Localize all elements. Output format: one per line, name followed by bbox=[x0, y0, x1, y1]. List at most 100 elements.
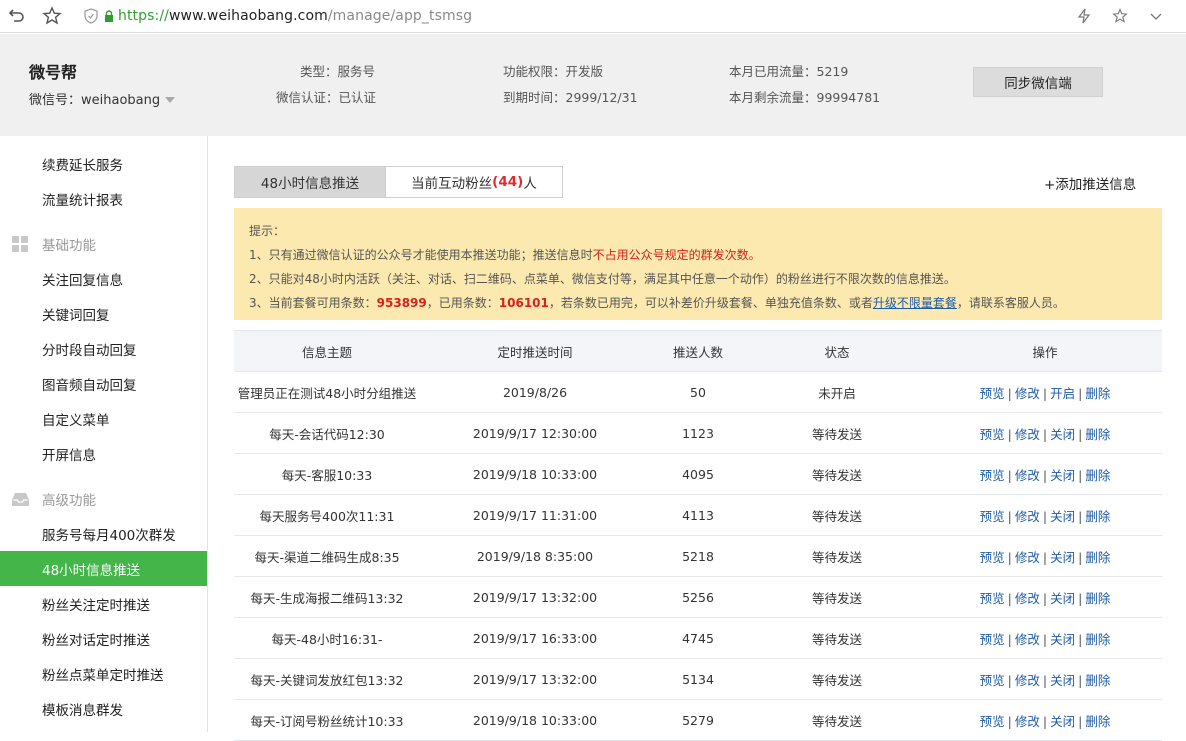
close-link[interactable]: 关闭 bbox=[1050, 427, 1075, 442]
sidebar-item-follow-reply[interactable]: 关注回复信息 bbox=[0, 261, 207, 296]
separator: | bbox=[1007, 467, 1012, 483]
preview-link[interactable]: 预览 bbox=[980, 673, 1005, 688]
delete-link[interactable]: 删除 bbox=[1085, 714, 1110, 729]
table-row: 管理员正在测试48小时分组推送 2019/8/26 50 未开启 预览 | 修改 | 开启 | 删除 bbox=[234, 372, 1162, 413]
sidebar-item-menu-push[interactable]: 粉丝点菜单定时推送 bbox=[0, 656, 207, 691]
sidebar-item-follow-push[interactable]: 粉丝关注定时推送 bbox=[0, 586, 207, 621]
preview-link[interactable]: 预览 bbox=[980, 550, 1005, 565]
table-row: 每天-渠道二维码生成8:35 2019/9/18 8:35:00 5218 等待发送 预… bbox=[234, 536, 1162, 577]
edit-link[interactable]: 修改 bbox=[1015, 427, 1040, 442]
delete-link[interactable]: 删除 bbox=[1085, 468, 1110, 483]
notice-line-3-d: ，请联系客服人员。 bbox=[956, 296, 1065, 310]
edit-link[interactable]: 修改 bbox=[1015, 386, 1040, 401]
preview-link[interactable]: 预览 bbox=[980, 509, 1005, 524]
edit-link[interactable]: 修改 bbox=[1015, 632, 1040, 647]
sidebar-item-splash[interactable]: 开屏信息 bbox=[0, 436, 207, 471]
upgrade-unlimited-link[interactable]: 升级不限量套餐 bbox=[873, 296, 957, 310]
close-link[interactable]: 关闭 bbox=[1050, 550, 1075, 565]
table-row: 每天-生成海报二维码13:32 2019/9/17 13:32:00 5256 等待发… bbox=[234, 577, 1162, 618]
close-link[interactable]: 关闭 bbox=[1050, 632, 1075, 647]
row-title: 每天-生成海报二维码13:32 bbox=[250, 590, 404, 606]
edit-link[interactable]: 修改 bbox=[1015, 509, 1040, 524]
row-actions: 预览 | 修改 | 关闭 | 删除 bbox=[928, 454, 1162, 495]
account-expiry: 到期时间：2999/12/31 bbox=[503, 90, 638, 105]
row-actions: 预览 | 修改 | 关闭 | 删除 bbox=[928, 536, 1162, 577]
preview-link[interactable]: 预览 bbox=[980, 591, 1005, 606]
sidebar-item-chat-push[interactable]: 粉丝对话定时推送 bbox=[0, 621, 207, 656]
separator: | bbox=[1007, 672, 1012, 688]
add-push-link[interactable]: +添加推送信息 bbox=[1044, 173, 1136, 193]
row-title: 每天-客服10:33 bbox=[281, 467, 373, 483]
sidebar-item-monthly-broadcast[interactable]: 服务号每月400次群发 bbox=[0, 516, 207, 551]
available-count: 953899 bbox=[376, 296, 427, 310]
close-link[interactable]: 关闭 bbox=[1050, 468, 1075, 483]
row-status: 等待发送 bbox=[811, 508, 862, 524]
lightning-icon[interactable] bbox=[1072, 4, 1096, 28]
close-link[interactable]: 关闭 bbox=[1050, 714, 1075, 729]
row-actions: 预览 | 修改 | 开启 | 删除 bbox=[928, 372, 1162, 413]
bookmark-star-icon[interactable] bbox=[1108, 4, 1132, 28]
close-link[interactable]: 关闭 bbox=[1050, 509, 1075, 524]
separator: | bbox=[1078, 631, 1083, 647]
delete-link[interactable]: 删除 bbox=[1085, 673, 1110, 688]
sidebar-item-custom-menu[interactable]: 自定义菜单 bbox=[0, 401, 207, 436]
inbox-icon bbox=[12, 493, 29, 506]
chevron-down-icon[interactable] bbox=[1144, 4, 1168, 28]
row-title: 每天-渠道二维码生成8:35 bbox=[254, 549, 400, 565]
notice-line-3-c: ，若条数已用完，可以补差价升级套餐、单独充值条数、或者 bbox=[548, 296, 873, 310]
notice-line-3-a: 3、当前套餐可用条数： bbox=[249, 296, 377, 310]
sidebar-item-timed-reply[interactable]: 分时段自动回复 bbox=[0, 331, 207, 366]
address-bar[interactable]: https://www.weihaobang.com/manage/app_ts… bbox=[84, 8, 472, 24]
delete-link[interactable]: 删除 bbox=[1085, 509, 1110, 524]
table-row: 每天-48小时16:31- 2019/9/17 16:33:00 4745 等待发送 预… bbox=[234, 618, 1162, 659]
preview-link[interactable]: 预览 bbox=[980, 468, 1005, 483]
separator: | bbox=[1007, 631, 1012, 647]
delete-link[interactable]: 删除 bbox=[1085, 550, 1110, 565]
sidebar-item-renew[interactable]: 续费延长服务 bbox=[0, 146, 207, 181]
sidebar-item-keyword-reply[interactable]: 关键词回复 bbox=[0, 296, 207, 331]
preview-link[interactable]: 预览 bbox=[980, 632, 1005, 647]
account-permission: 功能权限：开发版 bbox=[503, 64, 604, 79]
tab-active-fans[interactable]: 当前互动粉丝 (44) 人 bbox=[386, 166, 563, 198]
sidebar-item-48h-push[interactable]: 48小时信息推送 bbox=[0, 551, 207, 586]
favorite-star-icon[interactable] bbox=[40, 4, 64, 28]
account-switcher[interactable]: 微信号：weihaobang bbox=[29, 89, 176, 108]
preview-link[interactable]: 预览 bbox=[980, 427, 1005, 442]
close-link[interactable]: 关闭 bbox=[1050, 673, 1075, 688]
delete-link[interactable]: 删除 bbox=[1085, 427, 1110, 442]
edit-link[interactable]: 修改 bbox=[1015, 550, 1040, 565]
delete-link[interactable]: 删除 bbox=[1085, 632, 1110, 647]
preview-link[interactable]: 预览 bbox=[980, 714, 1005, 729]
edit-link[interactable]: 修改 bbox=[1015, 714, 1040, 729]
delete-link[interactable]: 删除 bbox=[1085, 591, 1110, 606]
notice-line-1-text: 1、只有通过微信认证的公众号才能使用本推送功能；推送信息时 bbox=[249, 248, 593, 262]
header-count: 推送人数 bbox=[650, 330, 746, 372]
edit-link[interactable]: 修改 bbox=[1015, 673, 1040, 688]
row-status: 等待发送 bbox=[811, 672, 862, 688]
tab-fans-prefix: 当前互动粉丝 bbox=[411, 176, 493, 192]
sidebar-item-template-broadcast[interactable]: 模板消息群发 bbox=[0, 691, 207, 726]
sidebar-section-basic: 基础功能 bbox=[0, 226, 207, 261]
row-time: 2019/9/17 12:30:00 bbox=[472, 425, 598, 441]
url-host: www.weihaobang.com bbox=[168, 8, 328, 24]
edit-link[interactable]: 修改 bbox=[1015, 591, 1040, 606]
close-link[interactable]: 关闭 bbox=[1050, 591, 1075, 606]
separator: | bbox=[1042, 631, 1048, 647]
shield-icon bbox=[84, 8, 98, 24]
tab-48h-push[interactable]: 48小时信息推送 bbox=[234, 166, 386, 198]
sync-wechat-button[interactable]: 同步微信端 bbox=[973, 67, 1103, 97]
sidebar-item-flow-report[interactable]: 流量统计报表 bbox=[0, 181, 207, 216]
preview-link[interactable]: 预览 bbox=[980, 386, 1005, 401]
row-time: 2019/9/17 13:32:00 bbox=[472, 671, 598, 687]
back-icon[interactable] bbox=[4, 4, 28, 28]
sidebar-item-media-reply[interactable]: 图音频自动回复 bbox=[0, 366, 207, 401]
table-row: 每天-会话代码12:30 2019/9/17 12:30:00 1123 等待发送 预览… bbox=[234, 413, 1162, 454]
delete-link[interactable]: 删除 bbox=[1085, 386, 1110, 401]
row-title: 每天-关键词发放红包13:32 bbox=[250, 672, 404, 688]
row-time: 2019/9/17 13:32:00 bbox=[472, 589, 598, 605]
lock-icon bbox=[105, 10, 113, 22]
url-text: https://www.weihaobang.com/manage/app_ts… bbox=[118, 8, 472, 24]
edit-link[interactable]: 修改 bbox=[1015, 468, 1040, 483]
open-link[interactable]: 开启 bbox=[1050, 386, 1075, 401]
notice-box: 提示： 1、只有通过微信认证的公众号才能使用本推送功能；推送信息时不占用公众号规… bbox=[234, 208, 1162, 320]
